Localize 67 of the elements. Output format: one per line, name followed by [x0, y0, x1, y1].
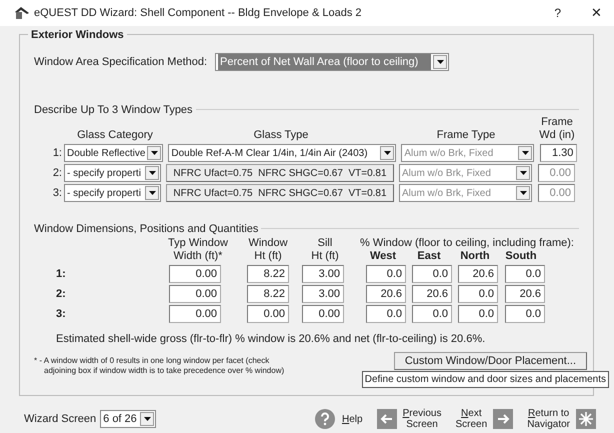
number-field[interactable]: 20.6 [458, 265, 498, 283]
dropdown[interactable]: Double Reflective [64, 144, 164, 162]
column-header: Window Ht (ft) [247, 237, 289, 263]
column-header: North [459, 250, 491, 263]
glass-properties-button[interactable]: NFRC Ufact=0.75 NFRC SHGC=0.67 VT=0.81 [166, 184, 394, 202]
row-label: 3: [55, 306, 67, 322]
number-field[interactable]: 0.0 [412, 265, 452, 283]
glass-properties-button[interactable]: NFRC Ufact=0.75 NFRC SHGC=0.67 VT=0.81 [166, 164, 394, 182]
field-label: Window Area Specification Method: [34, 54, 208, 70]
number-field[interactable]: 20.6 [412, 285, 452, 303]
number-field[interactable]: 8.22 [247, 285, 289, 303]
number-field[interactable]: 0.0 [505, 265, 545, 283]
number-field[interactable]: 0.0 [458, 285, 498, 303]
help-icon [314, 408, 336, 430]
column-header: Sill Ht (ft) [310, 237, 340, 263]
dropdown[interactable]: - specify properti [64, 164, 161, 182]
dropdown[interactable]: Double Ref-A-M Clear 1/4in, 1/4in Air (2403) [168, 144, 396, 162]
number-field[interactable]: 0.0 [412, 305, 452, 323]
close-button[interactable]: ✕ [591, 3, 602, 23]
number-field[interactable]: 20.6 [505, 285, 545, 303]
estimate-text: Estimated shell-wide gross (flr-to-flr) % window is 20.6% and net (flr-to-ceiling) is 20.6%. [56, 332, 486, 347]
row-label: 1: [55, 266, 67, 282]
starburst-icon [576, 409, 596, 429]
number-field[interactable]: 3.00 [302, 265, 344, 283]
number-field[interactable]: 1.30 [540, 144, 578, 162]
window-title: eQUEST DD Wizard: Shell Component -- Bldg Envelope & Loads 2 [34, 6, 363, 21]
app-logo-icon [14, 6, 30, 20]
dropdown[interactable]: Percent of Net Wall Area (floor to ceiling) [215, 53, 450, 71]
number-field[interactable]: 0.00 [169, 305, 221, 323]
dropdown[interactable]: 6 of 26 [100, 410, 156, 428]
number-field[interactable]: 0.00 [302, 305, 344, 323]
help-button[interactable]: ? [554, 4, 561, 22]
column-header: Frame Wd (in) [538, 116, 576, 142]
return-button[interactable]: Return to Navigator [527, 408, 596, 430]
number-field[interactable]: 0.00 [169, 285, 221, 303]
section-title: Window Dimensions, Positions and Quantities [34, 221, 262, 238]
row-label: 2: [52, 166, 63, 181]
next-button[interactable]: Next Screen [456, 408, 514, 430]
column-header: Typ Window Width (ft)* [167, 237, 229, 263]
row-label: 3: [52, 186, 63, 201]
row-label: 1: [52, 146, 63, 161]
tooltip: Define custom window and door sizes and placements [362, 370, 609, 388]
number-field[interactable]: 0.0 [366, 265, 406, 283]
number-field[interactable]: 0.0 [505, 305, 545, 323]
column-header: West [368, 250, 398, 263]
column-header: Frame Type [436, 129, 496, 142]
field-label: Wizard Screen [24, 412, 96, 427]
number-field[interactable]: 0.0 [458, 305, 498, 323]
custom-placement-button[interactable]: Custom Window/Door Placement... [394, 352, 587, 370]
dropdown[interactable]: - specify properti [64, 184, 161, 202]
number-field[interactable]: 0.00 [247, 305, 289, 323]
footnote-text: * - A window width of 0 results in one long window per facet (check [34, 356, 270, 366]
row-label: 2: [55, 286, 67, 302]
section-title: Describe Up To 3 Window Types [34, 102, 196, 118]
number-field[interactable]: 3.00 [302, 285, 344, 303]
number-field[interactable]: 8.22 [247, 265, 289, 283]
column-header: East [416, 250, 442, 263]
column-header: % Window (floor to ceiling, including frame): [360, 237, 574, 250]
column-header: Glass Type [252, 129, 310, 142]
previous-button[interactable]: Previous Screen [376, 408, 442, 430]
column-header: Glass Category [76, 129, 154, 142]
number-field[interactable]: 0.00 [169, 265, 221, 283]
help-button[interactable]: Help [314, 408, 363, 430]
number-field[interactable]: 0.0 [366, 305, 406, 323]
number-field[interactable]: 20.6 [366, 285, 406, 303]
footnote-text: adjoining box if window width is to take precedence over % window) [43, 366, 284, 376]
column-header: South [504, 250, 538, 263]
